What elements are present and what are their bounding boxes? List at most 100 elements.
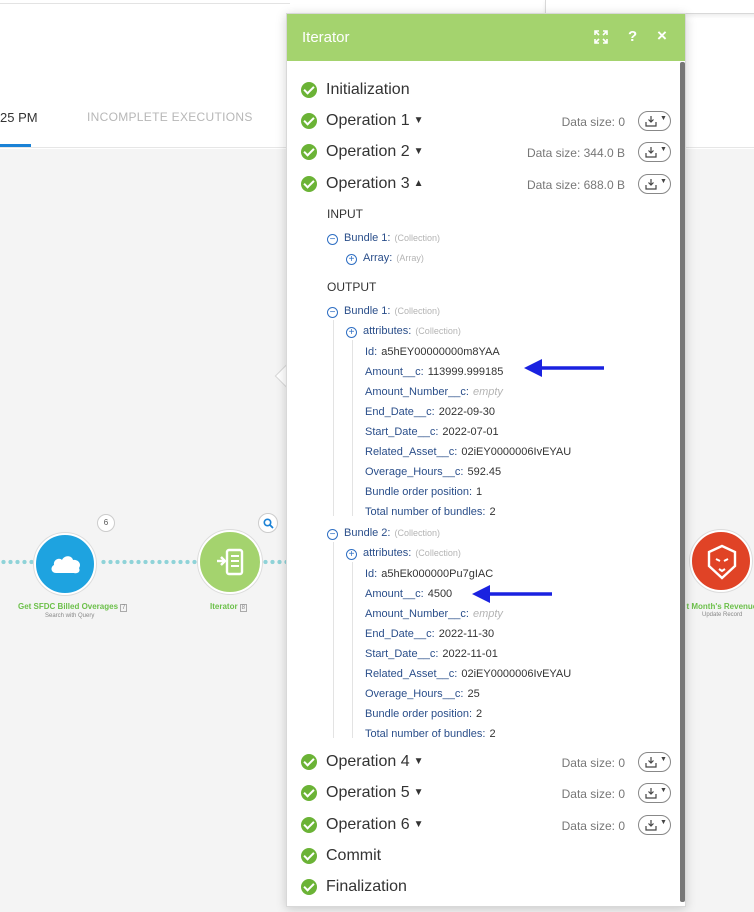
field-key: Total number of bundles: <box>365 506 486 518</box>
field-type: (Collection) <box>415 548 461 558</box>
input-bundle-1[interactable]: − Bundle 1: (Collection) <box>327 232 440 245</box>
chevron-down-icon: ▼ <box>660 178 667 185</box>
chevron-down-icon[interactable]: ▼ <box>414 146 424 157</box>
field-key: Start_Date__c: <box>365 648 439 660</box>
collapse-icon[interactable]: − <box>327 307 338 318</box>
top-popup <box>545 0 754 14</box>
field-row: Bundle order position: 2 <box>365 708 482 720</box>
expand-icon[interactable]: + <box>346 254 357 265</box>
record-node-label[interactable]: st Month's Revenue to be R <box>682 602 754 611</box>
iterator-icon <box>217 548 244 576</box>
expand-icon[interactable] <box>594 30 608 44</box>
field-key: Bundle order position: <box>365 708 473 720</box>
expand-icon[interactable]: + <box>346 327 357 338</box>
chevron-down-icon[interactable]: ▼ <box>414 819 424 830</box>
field-row: Start_Date__c: 2022-07-01 <box>365 426 499 438</box>
tab-incomplete-executions[interactable]: INCOMPLETE EXECUTIONS <box>87 110 253 124</box>
salesforce-node[interactable] <box>34 533 96 595</box>
field-value: 02iEY0000006IvEYAU <box>461 446 572 458</box>
field-key: Start_Date__c: <box>365 426 439 438</box>
field-value-empty: empty <box>472 386 503 398</box>
arrow-left-icon <box>472 585 552 603</box>
field-key: Amount__c: <box>365 366 424 378</box>
operations-count-badge: 6 <box>97 514 115 532</box>
download-icon <box>645 116 657 127</box>
field-value: 2022-09-30 <box>438 406 495 418</box>
download-button[interactable]: ▼ <box>638 815 671 835</box>
download-button[interactable]: ▼ <box>638 142 671 162</box>
tree-guide <box>333 320 334 516</box>
field-row: Related_Asset__c: 02iEY0000006IvEYAU <box>365 668 571 680</box>
panel-scrollbar[interactable] <box>680 62 685 902</box>
operation-row-1[interactable]: Operation 1 ▼ Data size: 0 ▼ <box>301 111 671 133</box>
operation-row-3[interactable]: Operation 3 ▲ Data size: 688.0 B ▼ <box>301 174 671 196</box>
field-row: Overage_Hours__c: 592.45 <box>365 466 501 478</box>
chevron-up-icon[interactable]: ▲ <box>414 178 424 189</box>
output-section-label: OUTPUT <box>327 280 377 294</box>
data-size: Data size: 344.0 B <box>526 146 625 160</box>
field-value: 2 <box>476 708 483 720</box>
help-icon[interactable]: ? <box>628 28 637 45</box>
download-button[interactable]: ▼ <box>638 111 671 131</box>
download-button[interactable]: ▼ <box>638 783 671 803</box>
operation-row-commit[interactable]: Commit <box>301 846 671 868</box>
salesforce-node-label[interactable]: Get SFDC Billed Overages 7 <box>18 602 128 612</box>
node-number: 7 <box>120 604 128 612</box>
collapse-icon[interactable]: − <box>327 529 338 540</box>
check-icon <box>301 176 317 192</box>
operation-row-6[interactable]: Operation 6 ▼ Data size: 0 ▼ <box>301 815 671 837</box>
arrow-left-icon <box>524 359 604 377</box>
data-size: Data size: 0 <box>561 115 625 129</box>
chevron-down-icon[interactable]: ▼ <box>414 115 424 126</box>
chevron-down-icon: ▼ <box>660 756 667 763</box>
collapse-icon[interactable]: − <box>327 234 338 245</box>
operation-name: Operation 6 <box>326 816 410 833</box>
expand-icon[interactable]: + <box>346 549 357 560</box>
field-row: Amount__c: 113999.999185 <box>365 366 503 378</box>
lion-icon <box>707 544 737 580</box>
tab-execution-time[interactable]: 25 PM <box>0 110 38 125</box>
field-value: 2 <box>489 728 496 740</box>
data-size: Data size: 688.0 B <box>526 178 625 192</box>
attributes-node[interactable]: + attributes: (Collection) <box>346 547 461 560</box>
input-array[interactable]: + Array: (Array) <box>346 252 424 265</box>
operation-name: Operation 3 <box>326 175 410 192</box>
check-icon <box>301 848 317 864</box>
operation-row-5[interactable]: Operation 5 ▼ Data size: 0 ▼ <box>301 783 671 805</box>
chevron-down-icon[interactable]: ▼ <box>414 756 424 767</box>
field-key: Bundle 1: <box>344 232 391 244</box>
output-bundle-2[interactable]: − Bundle 2: (Collection) <box>327 527 440 540</box>
chevron-down-icon[interactable]: ▼ <box>414 787 424 798</box>
field-key: Bundle 1: <box>344 305 391 317</box>
field-type: (Collection) <box>394 528 440 538</box>
field-row: Amount_Number__c: empty <box>365 608 503 620</box>
operation-row-4[interactable]: Operation 4 ▼ Data size: 0 ▼ <box>301 752 671 774</box>
operation-name: Operation 2 <box>326 143 410 160</box>
iterator-node-label[interactable]: Iterator 8 <box>210 602 247 612</box>
data-size: Data size: 0 <box>561 819 625 833</box>
download-icon <box>645 820 657 831</box>
check-icon <box>301 879 317 895</box>
search-bubble[interactable] <box>258 513 278 533</box>
operation-row-2[interactable]: Operation 2 ▼ Data size: 344.0 B ▼ <box>301 142 671 164</box>
field-row: Overage_Hours__c: 25 <box>365 688 480 700</box>
download-button[interactable]: ▼ <box>638 752 671 772</box>
field-row: Bundle order position: 1 <box>365 486 482 498</box>
field-row: Id: a5hEk000000Pu7gIAC <box>365 568 493 580</box>
operation-row-finalization[interactable]: Finalization <box>301 877 671 899</box>
node-title: Iterator <box>210 602 238 611</box>
search-icon <box>263 518 274 529</box>
record-node[interactable] <box>690 530 752 592</box>
field-value: a5hEk000000Pu7gIAC <box>381 568 494 580</box>
close-icon[interactable]: × <box>657 26 667 46</box>
iterator-node[interactable] <box>198 530 262 594</box>
output-bundle-1[interactable]: − Bundle 1: (Collection) <box>327 305 440 318</box>
operation-row-initialization[interactable]: Initialization <box>301 80 671 102</box>
attributes-node[interactable]: + attributes: (Collection) <box>346 325 461 338</box>
active-tab-indicator <box>0 144 31 147</box>
operation-label: Operation 3 ▲ <box>326 175 424 193</box>
field-key: Amount_Number__c: <box>365 386 469 398</box>
download-button[interactable]: ▼ <box>638 174 671 194</box>
download-icon <box>645 179 657 190</box>
field-type: (Collection) <box>415 326 461 336</box>
